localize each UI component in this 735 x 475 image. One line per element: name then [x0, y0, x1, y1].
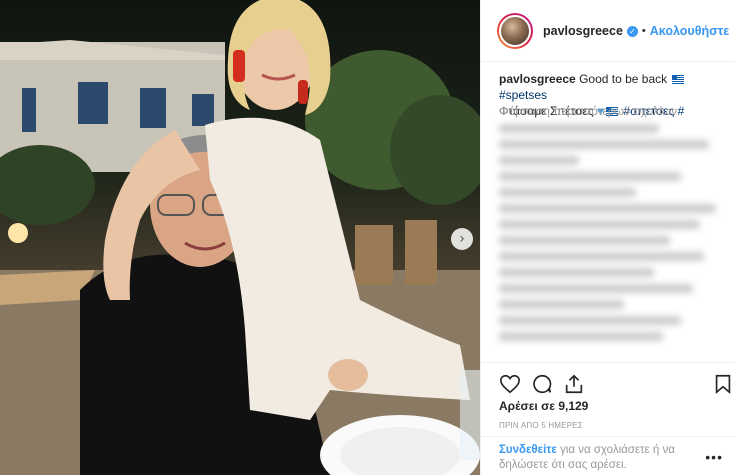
caption-text: Good to be back: [579, 72, 668, 86]
hashtag-partial[interactable]: #: [678, 104, 685, 118]
blurred-comments: [499, 124, 727, 356]
like-heart-icon[interactable]: [499, 373, 521, 395]
greek-flag-icon: [672, 75, 685, 84]
next-photo-button[interactable]: ›: [451, 228, 473, 250]
likes-count[interactable]: Αρέσει σε 9,129: [499, 399, 588, 413]
chevron-right-icon: ›: [459, 231, 465, 247]
photo-illustration: [0, 0, 480, 475]
post-timestamp[interactable]: ΠΡΙΝ ΑΠΟ 5 ΗΜΕΡΕΣ: [499, 421, 583, 430]
login-link[interactable]: Συνδεθείτε: [499, 444, 557, 456]
login-footer: Συνδεθείτε για να σχολιάσετε ή να δηλώσε…: [481, 436, 735, 475]
header-username[interactable]: pavlosgreece ✓: [543, 24, 638, 38]
share-icon[interactable]: [563, 373, 585, 395]
load-more-comments-link[interactable]: Φόρτωση περισσότερων σχολίων: [499, 104, 677, 118]
avatar-image: [499, 14, 531, 47]
username-text: pavlosgreece: [543, 23, 623, 38]
hashtag-spetses[interactable]: #spetses: [499, 88, 547, 102]
action-bar: [481, 362, 735, 398]
separator-dot: •: [641, 24, 646, 37]
more-options-icon[interactable]: •••: [705, 449, 723, 465]
comment-bubble-icon[interactable]: [531, 373, 553, 395]
post-header: pavlosgreece ✓ • Ακολουθήστε: [481, 0, 735, 62]
bookmark-icon[interactable]: [712, 373, 734, 395]
caption-username[interactable]: pavlosgreece: [499, 72, 576, 86]
verified-icon: ✓: [626, 25, 638, 37]
post-photo[interactable]: ›: [0, 0, 480, 475]
post-side-panel: pavlosgreece ✓ • Ακολουθήστε pavlosgreece…: [480, 0, 735, 475]
avatar[interactable]: [497, 12, 533, 49]
follow-button[interactable]: Ακολουθήστε: [650, 24, 729, 38]
